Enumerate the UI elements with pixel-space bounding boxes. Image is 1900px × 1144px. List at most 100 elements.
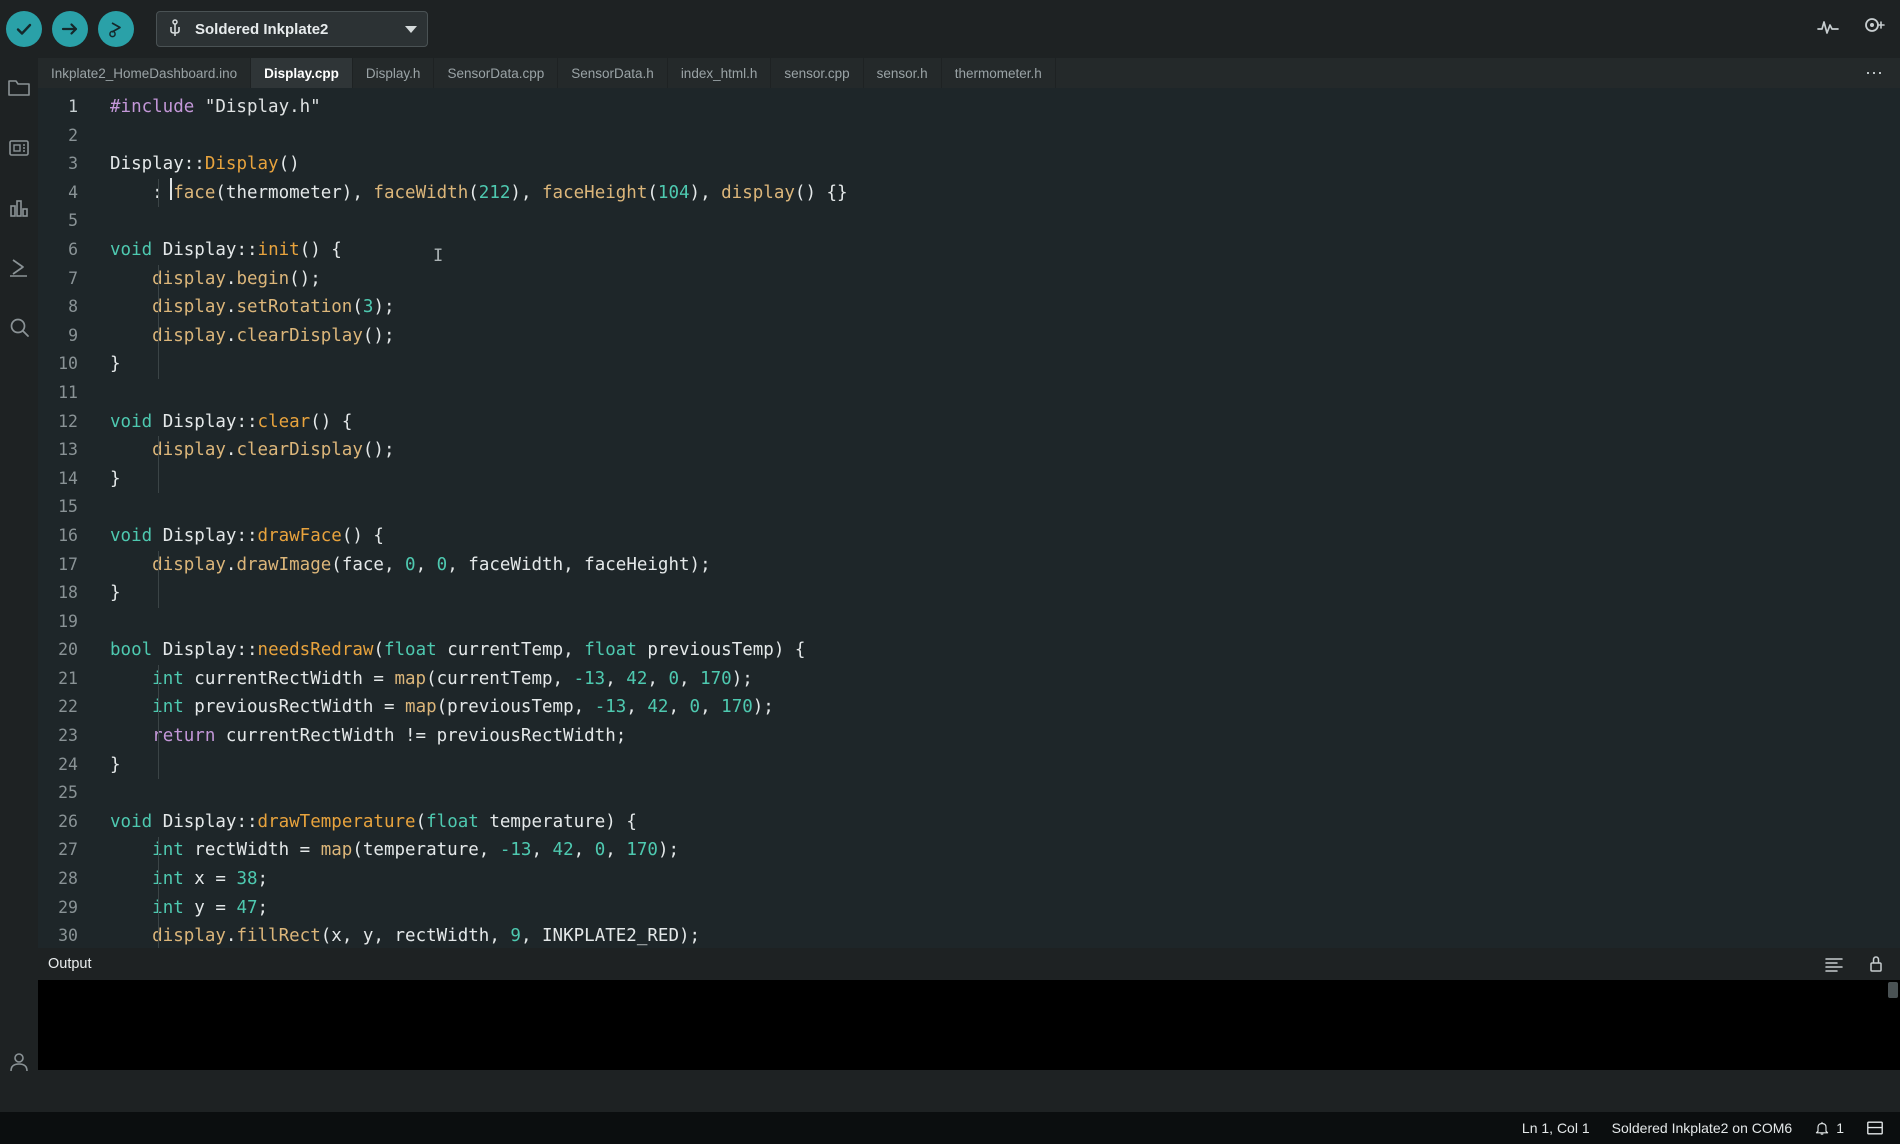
code-line[interactable]: 20 bool Display::needsRedraw(float curren…	[38, 636, 1900, 665]
code-token: map	[394, 668, 427, 689]
code-token: Display	[152, 640, 237, 661]
editor-tab-sensordata-cpp[interactable]: SensorData.cpp	[434, 58, 559, 88]
editor-tab-display-cpp[interactable]: Display.cpp	[251, 58, 353, 88]
code-token: (	[352, 297, 363, 318]
code-token: (x, y, rectWidth,	[320, 926, 511, 947]
code-token: display	[110, 440, 226, 461]
code-line[interactable]: 16 void Display::drawFace() {	[38, 522, 1900, 551]
code-line[interactable]: 25	[38, 779, 1900, 808]
code-line[interactable]: 19	[38, 608, 1900, 637]
code-editor[interactable]: 1 #include "Display.h"2 3 Display::Display…	[38, 88, 1900, 948]
code-token: face	[173, 182, 216, 203]
code-line[interactable]: 7 display.begin();	[38, 265, 1900, 294]
board-selector-dropdown[interactable]: Soldered Inkplate2	[156, 11, 428, 47]
code-token: setRotation	[236, 297, 353, 318]
code-line[interactable]: 12 void Display::clear() {	[38, 408, 1900, 437]
line-number: 13	[58, 440, 78, 460]
code-line[interactable]: 3 Display::Display()	[38, 150, 1900, 179]
output-panel-body[interactable]	[38, 980, 1900, 1070]
code-line[interactable]: 4 : face(thermometer), faceWidth(212), f…	[38, 179, 1900, 208]
sidebar-item-library-manager[interactable]	[0, 178, 38, 238]
sidebar-item-sketchbook[interactable]	[0, 58, 38, 118]
code-token: Display	[110, 154, 184, 175]
sidebar-item-account[interactable]	[0, 1032, 38, 1092]
code-token: float	[426, 811, 479, 832]
debug-arrow-icon	[7, 256, 31, 280]
code-line[interactable]: 23 return currentRectWidth != previousRe…	[38, 722, 1900, 751]
editor-tab-display-h[interactable]: Display.h	[352, 58, 435, 88]
sidebar-item-search[interactable]	[0, 298, 38, 358]
code-line[interactable]: 30 display.fillRect(x, y, rectWidth, 9, …	[38, 922, 1900, 948]
code-token: void	[110, 811, 153, 832]
code-line[interactable]: 6 void Display::init() {	[38, 236, 1900, 265]
editor-tab-inkplate2-homedashboard-ino[interactable]: Inkplate2_HomeDashboard.ino	[38, 58, 252, 88]
code-line-content: int previousRectWidth = map(previousTemp…	[100, 693, 774, 722]
code-line[interactable]: 5	[38, 207, 1900, 236]
code-line[interactable]: 29 int y = 47;	[38, 894, 1900, 923]
clear-output-icon[interactable]	[1824, 954, 1844, 974]
debug-button[interactable]	[98, 11, 134, 47]
verify-button[interactable]	[6, 11, 42, 47]
editor-tab-bar: Inkplate2_HomeDashboard.ino Display.cpp Di…	[38, 58, 1900, 88]
code-line[interactable]: 21 int currentRectWidth = map(currentTem…	[38, 665, 1900, 694]
code-token: , INKPLATE2_RED);	[520, 926, 701, 947]
code-line[interactable]: 24}	[38, 751, 1900, 780]
serial-monitor-icon[interactable]	[1862, 14, 1886, 38]
output-scrollbar[interactable]	[1888, 982, 1898, 998]
output-panel: Output	[38, 948, 1900, 1092]
code-line[interactable]: 18}	[38, 579, 1900, 608]
code-line-content: void Display::clear() {	[100, 408, 352, 437]
code-line[interactable]: 28 int x = 38;	[38, 865, 1900, 894]
code-line-content: display.begin();	[100, 265, 321, 294]
toggle-autoscroll-icon[interactable]	[1866, 954, 1886, 974]
code-line[interactable]: 1 #include "Display.h"	[38, 93, 1900, 122]
code-line[interactable]: 14}	[38, 465, 1900, 494]
line-number: 1	[68, 97, 78, 116]
debug-play-icon	[106, 19, 126, 39]
code-line[interactable]: 15	[38, 493, 1900, 522]
line-number: 16	[58, 525, 78, 545]
editor-tab-thermometer-h[interactable]: thermometer.h	[941, 58, 1056, 88]
sidebar-item-debug[interactable]	[0, 238, 38, 298]
code-line[interactable]: 10}	[38, 350, 1900, 379]
code-token: display	[110, 297, 226, 318]
serial-plotter-icon[interactable]	[1816, 14, 1840, 38]
code-token: ,	[531, 840, 553, 861]
output-panel-title: Output	[48, 956, 92, 972]
line-number: 21	[58, 668, 78, 688]
tab-overflow-button[interactable]: ⋯	[1855, 58, 1894, 88]
tab-label: Display.h	[365, 65, 421, 81]
code-line-content: display.clearDisplay();	[100, 436, 394, 465]
code-token: "Display.h"	[204, 97, 321, 117]
status-notifications[interactable]: 1	[1814, 1120, 1844, 1136]
code-line[interactable]: 2	[38, 122, 1900, 151]
line-number: 6	[68, 239, 78, 259]
editor-tab-sensor-cpp[interactable]: sensor.cpp	[771, 58, 864, 88]
code-line[interactable]: 17 display.drawImage(face, 0, 0, faceWid…	[38, 551, 1900, 580]
code-line[interactable]: 22 int previousRectWidth = map(previousT…	[38, 693, 1900, 722]
code-token: #include	[110, 97, 205, 117]
code-line-content: void Display::init() {	[100, 236, 342, 265]
code-line[interactable]: 8 display.setRotation(3);	[38, 293, 1900, 322]
code-line[interactable]: 27 int rectWidth = map(temperature, -13,…	[38, 836, 1900, 865]
status-board-port[interactable]: Soldered Inkplate2 on COM6	[1612, 1120, 1793, 1136]
code-token: .	[225, 554, 237, 575]
editor-tab-sensor-h[interactable]: sensor.h	[863, 58, 942, 88]
activity-bar	[0, 58, 38, 1144]
code-line[interactable]: 13 display.clearDisplay();	[38, 436, 1900, 465]
sidebar-item-boards-manager[interactable]	[0, 118, 38, 178]
code-token: (previousTemp,	[436, 697, 595, 718]
code-token: 42	[647, 697, 669, 718]
code-line-content: int x = 38;	[100, 865, 268, 894]
editor-tab-sensordata-h[interactable]: SensorData.h	[558, 58, 668, 88]
code-line[interactable]: 9 display.clearDisplay();	[38, 322, 1900, 351]
upload-button[interactable]	[52, 11, 88, 47]
line-number: 24	[58, 754, 78, 774]
status-cursor-position[interactable]: Ln 1, Col 1	[1522, 1120, 1590, 1136]
line-number: 10	[58, 354, 78, 374]
editor-tab-index-html-h[interactable]: index_html.h	[667, 58, 772, 88]
status-toggle-panel[interactable]	[1866, 1119, 1884, 1137]
line-number: 5	[68, 211, 78, 231]
code-line[interactable]: 11	[38, 379, 1900, 408]
code-line[interactable]: 26 void Display::drawTemperature(float te…	[38, 808, 1900, 837]
